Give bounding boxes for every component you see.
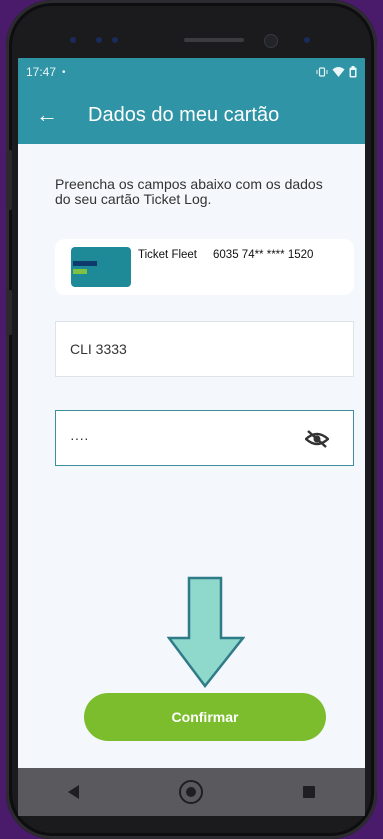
sensor-dot: [70, 37, 76, 43]
sensor-dot: [112, 37, 118, 43]
app-bar: ← Dados do meu cartão: [18, 86, 365, 144]
hide-password-icon[interactable]: [305, 428, 329, 450]
confirm-button[interactable]: Confirmar: [84, 693, 326, 741]
card-thumbnail: [71, 247, 131, 287]
phone-top-bezel: [66, 30, 316, 48]
client-code-input[interactable]: [56, 322, 353, 376]
home-icon[interactable]: [179, 780, 203, 804]
status-time: 17:47: [26, 65, 57, 79]
front-camera-icon: [264, 34, 278, 48]
wifi-icon: [332, 67, 345, 77]
android-nav-bar: [18, 768, 365, 816]
sensor-dot: [96, 37, 102, 43]
instructions-text: Preencha os campos abaixo com os dados d…: [55, 176, 323, 207]
card-stripe: [73, 261, 97, 266]
card-product-name: Ticket Fleet: [138, 249, 198, 261]
back-icon[interactable]: [68, 785, 79, 799]
client-code-field: [55, 321, 354, 377]
power-button: [6, 290, 12, 335]
battery-icon: [349, 66, 357, 78]
status-bar: 17:47 •: [18, 58, 365, 86]
card-info: Ticket Fleet 6035 74** **** 1520: [138, 249, 313, 261]
notification-dot: •: [62, 66, 66, 78]
sensor-dot: [304, 37, 310, 43]
page-title: Dados do meu cartão: [88, 103, 280, 126]
volume-button: [6, 150, 12, 210]
speaker-grille: [184, 38, 244, 42]
phone-frame: 17:47 • ← Dados do meu cartão Preencha o…: [6, 0, 377, 839]
status-icons: [316, 66, 357, 78]
back-arrow-icon[interactable]: ←: [36, 104, 72, 126]
recents-icon[interactable]: [303, 786, 315, 798]
password-field: [55, 410, 354, 466]
card-summary: Ticket Fleet 6035 74** **** 1520: [55, 239, 354, 295]
card-number: 6035 74** **** 1520: [213, 249, 314, 261]
app-screen: 17:47 • ← Dados do meu cartão Preencha o…: [18, 58, 365, 816]
card-stripe: [73, 269, 87, 274]
vibrate-icon: [316, 67, 328, 77]
down-arrow-indicator: [167, 576, 245, 688]
